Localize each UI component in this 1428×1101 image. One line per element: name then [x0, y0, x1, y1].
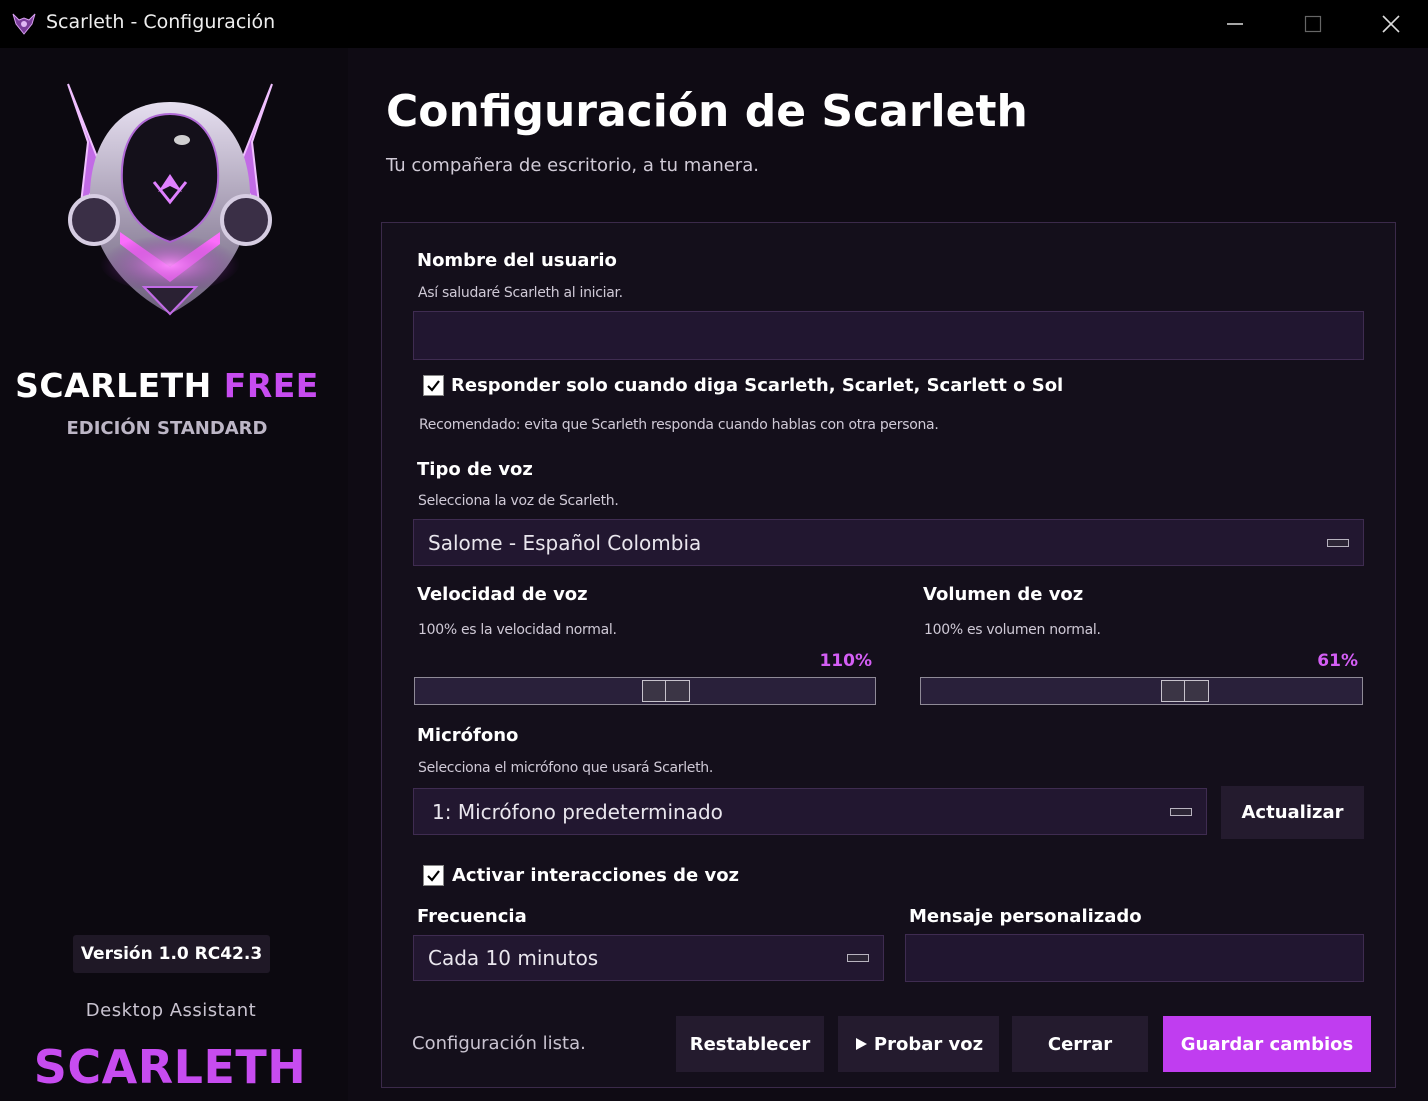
winged-helmet-logo-icon [67, 83, 273, 316]
microphone-select[interactable]: 1: Micrófono predeterminado [413, 788, 1207, 835]
microphone-label: Micrófono [417, 725, 519, 746]
title-bar: Scarleth - Configuración [0, 0, 1428, 48]
voice-interactions-label[interactable]: Activar interacciones de voz [452, 865, 739, 886]
app-logo-icon [12, 13, 36, 35]
voice-speed-label: Velocidad de voz [417, 584, 588, 605]
maximize-icon [1304, 15, 1322, 33]
username-help: Así saludaré Scarleth al iniciar. [418, 285, 623, 301]
brand-name: SCARLETH [15, 366, 212, 405]
brand-tier: FREE [223, 366, 319, 405]
voice-volume-help: 100% es volumen normal. [924, 622, 1101, 638]
frequency-label: Frecuencia [417, 906, 527, 927]
microphone-help: Selecciona el micrófono que usará Scarle… [418, 760, 714, 776]
frequency-select[interactable]: Cada 10 minutos [413, 935, 884, 981]
voice-speed-value: 110% [819, 651, 872, 671]
username-input[interactable] [413, 311, 1364, 360]
page-subtitle: Tu compañera de escritorio, a tu manera. [386, 155, 759, 176]
play-icon [855, 1038, 867, 1050]
microphone-value: 1: Micrófono predeterminado [432, 799, 723, 824]
voice-type-value: Salome - Español Colombia [428, 530, 702, 555]
voice-type-select[interactable]: Salome - Español Colombia [413, 519, 1364, 566]
maximize-button[interactable] [1278, 0, 1348, 48]
page-title: Configuración de Scarleth [386, 86, 1028, 137]
sidebar: SCARLETH FREE EDICIÓN STANDARD Versión 1… [0, 48, 348, 1101]
close-icon [1382, 15, 1400, 33]
close-button[interactable]: Cerrar [1012, 1016, 1148, 1072]
voice-speed-thumb[interactable] [642, 680, 690, 702]
reset-button[interactable]: Restablecer [676, 1016, 824, 1072]
close-window-button[interactable] [1356, 0, 1426, 48]
voice-type-label: Tipo de voz [417, 459, 533, 480]
dropdown-handle-icon [1327, 538, 1349, 547]
dropdown-handle-icon [1170, 807, 1192, 816]
voice-type-help: Selecciona la voz de Scarleth. [418, 493, 619, 509]
voice-volume-slider[interactable] [920, 677, 1363, 705]
brand-title: SCARLETH FREE [0, 366, 334, 405]
voice-volume-label: Volumen de voz [923, 584, 1084, 605]
wake-word-help: Recomendado: evita que Scarleth responda… [419, 417, 939, 433]
brand-wordmark: SCARLETH [33, 1040, 307, 1094]
wake-word-label[interactable]: Responder solo cuando diga Scarleth, Sca… [451, 375, 1063, 396]
window-title: Scarleth - Configuración [46, 11, 276, 33]
edition-label: EDICIÓN STANDARD [66, 418, 268, 439]
status-text: Configuración lista. [412, 1033, 586, 1054]
voice-interactions-checkbox[interactable] [423, 865, 444, 886]
voice-speed-slider[interactable] [414, 677, 876, 705]
test-voice-label: Probar voz [873, 1033, 984, 1055]
refresh-microphones-button[interactable]: Actualizar [1221, 786, 1364, 839]
minimize-button[interactable] [1200, 0, 1270, 48]
save-button[interactable]: Guardar cambios [1163, 1016, 1371, 1072]
voice-speed-help: 100% es la velocidad normal. [418, 622, 617, 638]
tagline: Desktop Assistant [85, 1000, 257, 1021]
custom-message-label: Mensaje personalizado [909, 906, 1142, 927]
username-label: Nombre del usuario [417, 250, 617, 271]
custom-message-input[interactable] [905, 934, 1364, 982]
checkmark-icon [427, 870, 440, 882]
frequency-value: Cada 10 minutos [428, 946, 599, 970]
test-voice-button[interactable]: Probar voz [838, 1016, 999, 1072]
wake-word-checkbox[interactable] [423, 375, 444, 396]
version-badge: Versión 1.0 RC42.3 [73, 935, 270, 973]
voice-volume-thumb[interactable] [1161, 680, 1209, 702]
minimize-icon [1227, 23, 1243, 25]
checkmark-icon [427, 380, 440, 392]
voice-volume-value: 61% [1317, 651, 1358, 671]
dropdown-handle-icon [847, 954, 869, 962]
